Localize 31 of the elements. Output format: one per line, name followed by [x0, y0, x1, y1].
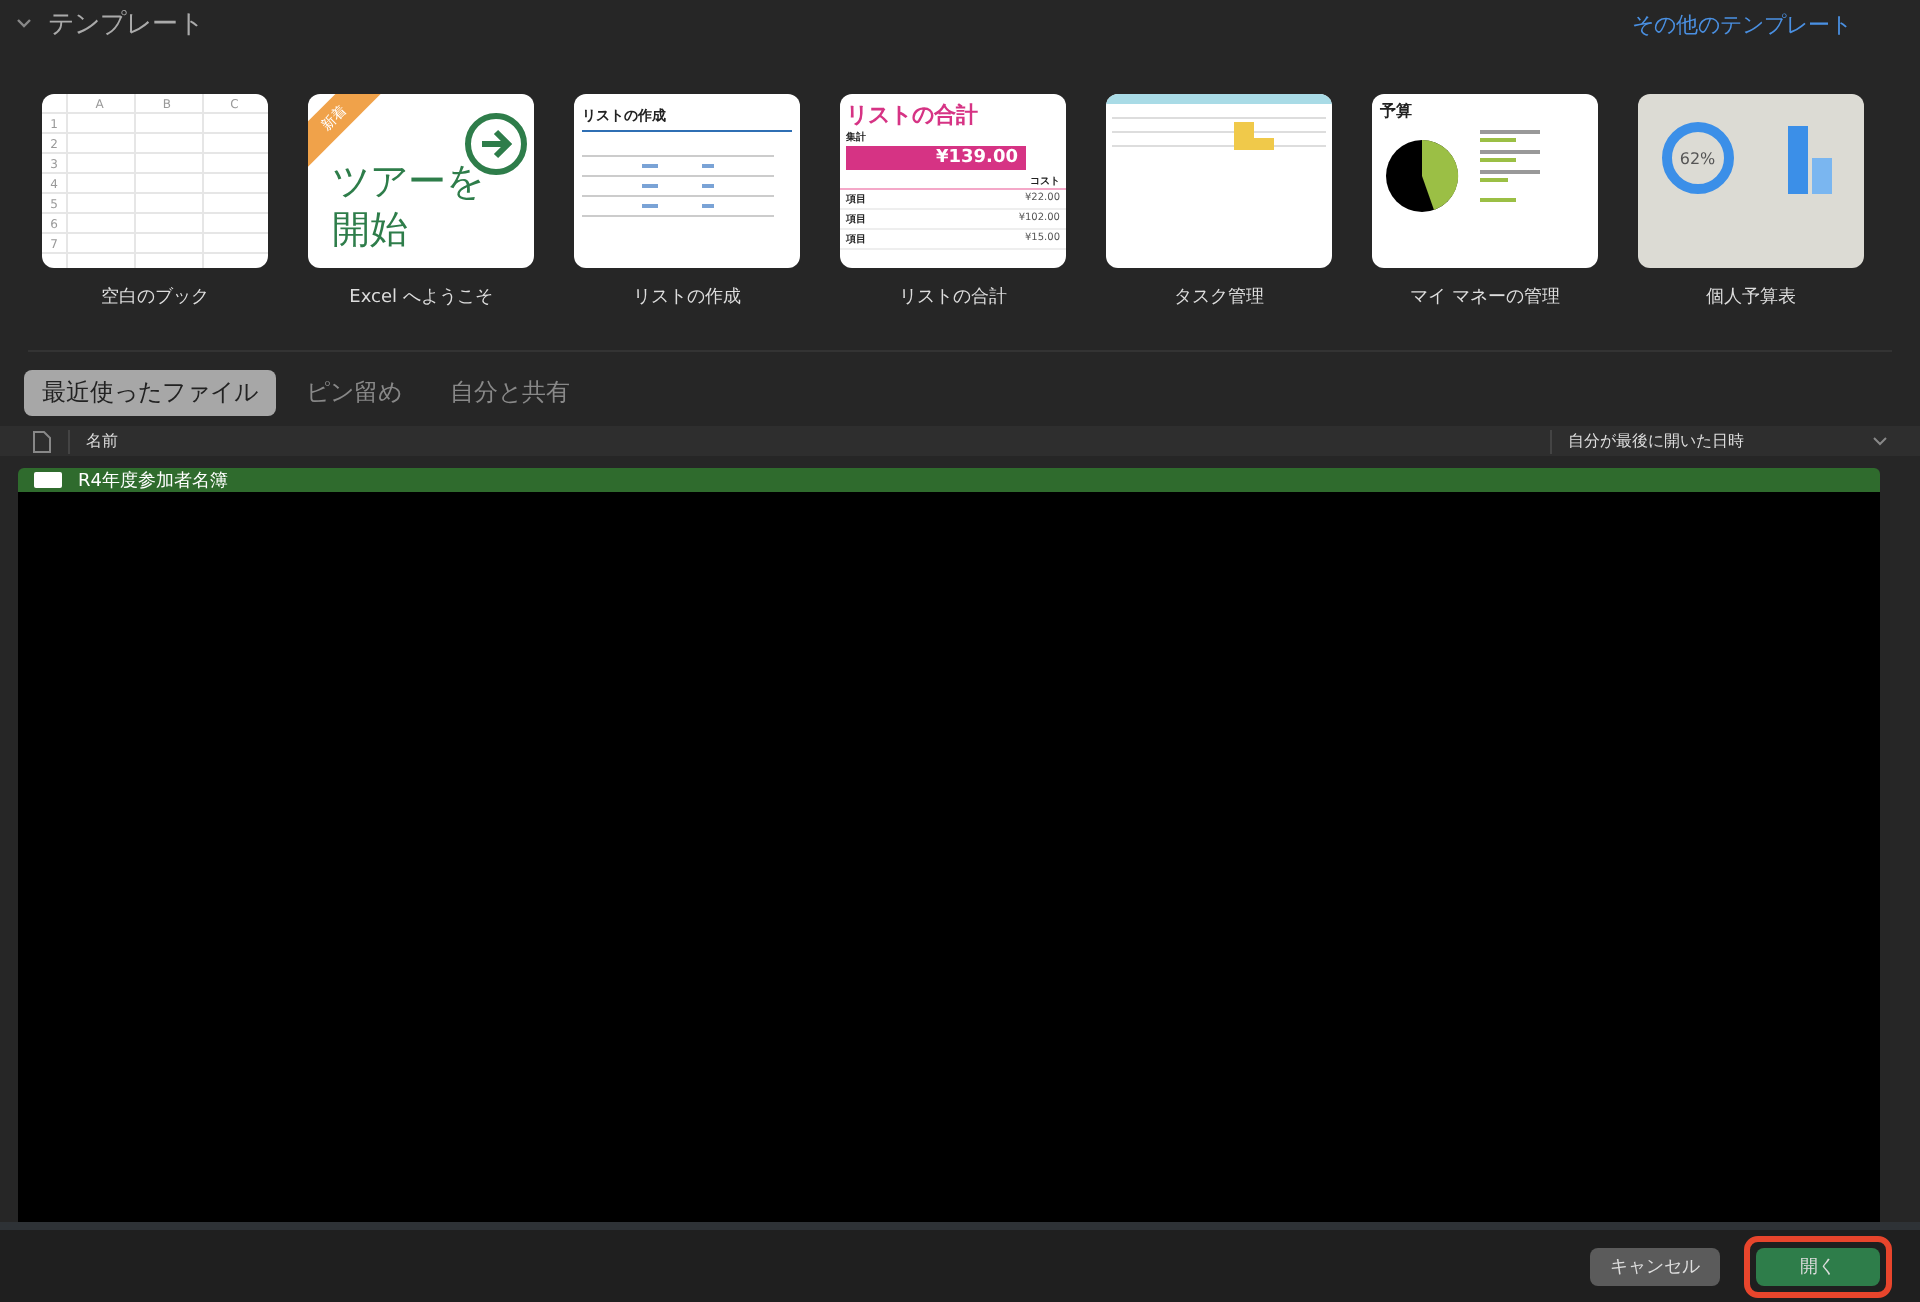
template-label: タスク管理: [1174, 285, 1264, 310]
budget-heading: 予算: [1378, 100, 1414, 124]
column-header[interactable]: 自分が最後に開いた日時: [1568, 430, 1856, 452]
column-header[interactable]: 名前: [86, 430, 118, 452]
template-thumbnail[interactable]: [1106, 94, 1332, 268]
dialog-button[interactable]: 開く: [1756, 1247, 1880, 1286]
more-templates-link[interactable]: その他のテンプレート: [1632, 9, 1852, 39]
sum-amount: ¥139.00: [846, 146, 1026, 170]
total-heading: リストの合計: [844, 100, 980, 130]
chevron-down-icon[interactable]: [1872, 435, 1888, 447]
template-label: リストの作成: [633, 285, 741, 310]
template-label: 空白のブック: [101, 285, 209, 310]
file-name: R4年度参加者名簿: [78, 469, 228, 494]
dialog-button[interactable]: キャンセル: [1590, 1247, 1720, 1286]
tab[interactable]: ピン留め: [288, 369, 420, 416]
tab[interactable]: 最近使ったファイル: [24, 369, 276, 416]
template-label: リストの合計: [899, 285, 1007, 310]
template-label: マイ マネーの管理: [1410, 285, 1560, 310]
template-thumbnail[interactable]: 予算: [1372, 94, 1598, 268]
section-title: テンプレート: [48, 8, 204, 42]
document-icon: [32, 429, 52, 453]
template-thumbnail[interactable]: 62%: [1638, 94, 1864, 268]
pie-chart-drawing: [1384, 138, 1460, 214]
template-label: Excel へようこそ: [349, 286, 493, 310]
tab[interactable]: 自分と共有: [432, 369, 588, 416]
template-label: 個人予算表: [1706, 285, 1796, 310]
chevron-icon[interactable]: [16, 18, 32, 30]
file-row[interactable]: R4年度参加者名簿: [18, 468, 1880, 493]
tour-heading: ツアーを開始: [332, 158, 486, 254]
file-icon: [34, 470, 62, 491]
percent-text: 62%: [1679, 149, 1716, 167]
